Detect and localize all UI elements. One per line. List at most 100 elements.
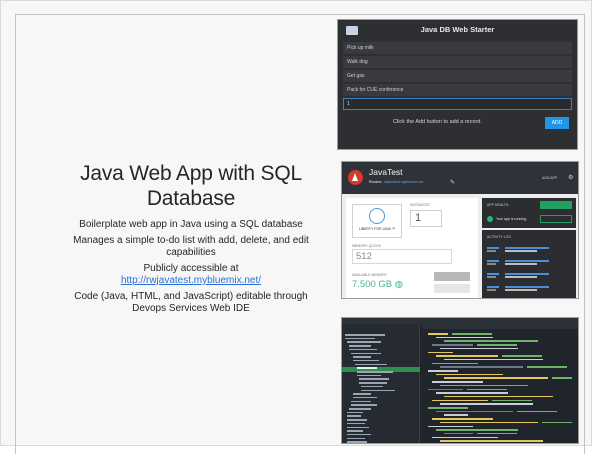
app-icon [348, 170, 363, 185]
status-text: Your app is running. [496, 217, 528, 221]
file-tree-entry[interactable] [349, 348, 377, 351]
running-status-icon [487, 216, 493, 222]
code-line [440, 403, 533, 405]
instances-label: INSTANCES [410, 203, 430, 207]
restart-button[interactable] [540, 201, 572, 209]
activity-log-entry [487, 285, 573, 295]
code-line [436, 429, 518, 431]
log-time [487, 259, 501, 265]
file-tree-entry[interactable] [353, 359, 379, 362]
runtime-panel: LIBERTY FOR JAVA ™ INSTANCES 1 MEMORY QU… [346, 198, 478, 298]
activity-log-entry [487, 259, 573, 269]
routes-row: Routes: rwjavatest.mybluemix.net [369, 180, 423, 184]
code-line [432, 436, 498, 439]
db-starter-screenshot: Java DB Web Starter Pick up milk Walk do… [337, 19, 578, 150]
code-line [440, 347, 518, 350]
reset-button[interactable] [434, 272, 470, 281]
todo-item[interactable]: Walk dog [343, 56, 572, 68]
file-tree-entry[interactable] [345, 337, 375, 340]
add-button[interactable]: ADD [545, 117, 569, 129]
code-line [436, 355, 498, 357]
code-line [444, 395, 553, 398]
file-tree-entry[interactable] [349, 408, 371, 410]
code-line [436, 410, 513, 413]
code-line [440, 440, 543, 442]
editor-tabs[interactable] [422, 324, 578, 329]
code-token [527, 366, 567, 368]
file-tree-entry[interactable] [349, 345, 371, 347]
bullet-list: Boilerplate web app in Java using a SQL … [61, 219, 321, 315]
app-health-panel: APP HEALTH Your app is running. [482, 198, 576, 228]
bullet-public: Publicly accessible at [143, 263, 239, 274]
file-tree-entry[interactable] [347, 430, 363, 432]
file-tree-entry[interactable] [355, 363, 387, 366]
file-tree-entry[interactable] [353, 396, 377, 399]
file-tree-entry[interactable] [347, 415, 361, 417]
slide-title: Java Web App with SQL Database [80, 162, 302, 210]
file-tree-entry[interactable] [347, 433, 371, 436]
file-tree-entry[interactable] [347, 422, 365, 425]
todo-item[interactable]: Pick up milk [343, 42, 572, 54]
file-tree-entry[interactable] [351, 352, 381, 354]
code-line [432, 362, 478, 365]
log-message [505, 259, 565, 267]
file-tree-entry[interactable] [347, 441, 367, 443]
code-line [444, 377, 548, 379]
code-token [477, 432, 517, 435]
activity-log-entry [487, 246, 573, 256]
db-starter-title: Java DB Web Starter [420, 25, 495, 34]
app-health-label: APP HEALTH [487, 203, 509, 207]
file-tree[interactable] [342, 324, 420, 443]
code-editor[interactable] [422, 324, 578, 443]
code-line [428, 370, 458, 372]
instances-field[interactable]: 1 [410, 210, 442, 227]
code-line [432, 418, 493, 420]
file-tree-entry[interactable] [347, 426, 369, 428]
gear-icon[interactable]: ⚙ [568, 174, 573, 181]
todo-item[interactable]: Get gas [343, 70, 572, 82]
file-tree-entry[interactable] [345, 334, 385, 336]
file-tree-entry[interactable] [347, 341, 381, 343]
code-line [440, 366, 523, 368]
add-app-link[interactable]: ADD APP [542, 176, 557, 180]
code-line [444, 432, 473, 435]
file-tree-entry[interactable] [357, 371, 393, 373]
log-time [487, 285, 501, 291]
save-button[interactable] [434, 284, 470, 293]
log-message [505, 285, 565, 293]
file-tree-entry[interactable] [357, 374, 381, 377]
code-token [492, 399, 532, 402]
app-name: JavaTest [369, 167, 403, 177]
file-tree-entry[interactable] [351, 400, 371, 403]
file-tree-entry[interactable] [347, 411, 363, 414]
routes-label: Routes: [369, 180, 383, 184]
add-hint: Click the Add button to add a record. [393, 119, 482, 125]
runtime-tile[interactable]: LIBERTY FOR JAVA ™ [352, 204, 402, 238]
code-line [440, 384, 528, 387]
file-tree-entry[interactable] [357, 367, 377, 369]
memory-field[interactable]: 512 [352, 249, 452, 264]
todo-item[interactable]: Pack for CUE conference [343, 84, 572, 96]
file-tree-entry[interactable] [347, 437, 365, 440]
file-tree-entry[interactable] [351, 404, 377, 406]
info-icon: ◍ [394, 279, 404, 290]
code-token [552, 377, 572, 379]
file-tree-entry[interactable] [361, 385, 383, 388]
new-item-input[interactable]: 1 [343, 98, 572, 110]
file-tree-entry[interactable] [359, 378, 389, 380]
file-tree-entry[interactable] [361, 389, 395, 391]
file-tree-entry[interactable] [353, 356, 371, 358]
file-tree-entry[interactable] [347, 419, 367, 421]
code-line [444, 340, 538, 342]
code-token [477, 344, 517, 346]
file-tree-entry[interactable] [359, 382, 387, 384]
edit-icon[interactable]: ✎ [450, 179, 455, 186]
code-token [517, 410, 557, 413]
file-tree-entry[interactable] [353, 393, 371, 395]
route-link[interactable]: rwjavatest.mybluemix.net [384, 180, 423, 184]
stop-button[interactable] [540, 215, 572, 223]
app-url-link[interactable]: http://rwjavatest.mybluemix.net/ [121, 275, 261, 286]
code-line [432, 381, 483, 383]
code-line [440, 421, 538, 424]
db-starter-header: Java DB Web Starter [338, 20, 577, 40]
